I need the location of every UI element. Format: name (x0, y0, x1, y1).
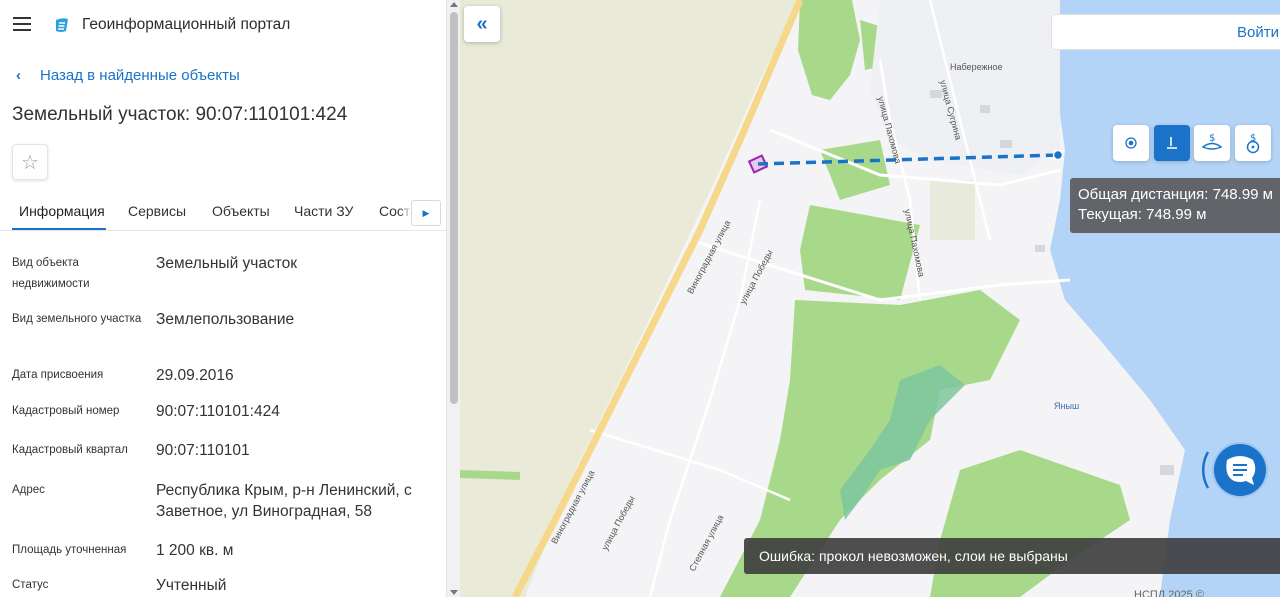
collapse-panel-button[interactable]: « (464, 6, 500, 42)
circle-area-measure-icon: $ (1246, 133, 1260, 154)
login-button[interactable]: Войти (1051, 14, 1280, 50)
back-link-label: Назад в найденные объекты (40, 67, 240, 84)
tab-services[interactable]: Сервисы (128, 203, 186, 219)
measure-total: Общая дистанция: 748.99 м (1078, 186, 1273, 203)
app-title: Геоинформационный портал (82, 16, 291, 33)
tab-information[interactable]: Информация (19, 203, 105, 219)
point-measure-button[interactable] (1113, 125, 1149, 161)
measure-current: Текущая: 748.99 м (1078, 206, 1207, 223)
map-canvas[interactable]: Набережное Яныш Виноградная улица Виногр… (460, 0, 1280, 597)
map-label-naberezhnoe: Набережное (950, 62, 1003, 72)
tabs-scroll-right-button[interactable]: ▶ (411, 200, 441, 226)
forest (798, 0, 860, 100)
measurement-tooltip: Общая дистанция: 748.99 м Текущая: 748.9… (1070, 178, 1280, 233)
building (1000, 140, 1012, 148)
info-value: Землепользование (156, 311, 295, 328)
building (980, 105, 990, 113)
double-chevron-left-icon: « (476, 12, 488, 35)
point-measure-icon (1125, 137, 1137, 149)
info-value: Учтенный (156, 577, 227, 594)
minor-road (589, 428, 791, 502)
chat-button[interactable] (1200, 438, 1280, 502)
distance-measure-icon (1167, 137, 1177, 149)
tab-parts[interactable]: Части ЗУ (294, 203, 353, 219)
area-measure-button[interactable]: $ (1194, 125, 1230, 161)
object-info-panel: Геоинформационный портал ‹ Назад в найден… (0, 0, 446, 597)
info-value: 90:07:110101:424 (156, 403, 280, 420)
forest (800, 205, 920, 300)
info-label: Площадь уточненная (12, 544, 127, 556)
favorite-button[interactable]: ☆ (12, 144, 48, 180)
distance-measure-button[interactable] (1154, 125, 1190, 161)
info-value: Земельный участок (156, 255, 298, 272)
map-label-yanysh: Яныш (1054, 401, 1080, 411)
back-to-results-link[interactable]: ‹ Назад в найденные объекты (16, 67, 240, 84)
building (930, 180, 975, 240)
chevron-left-icon: ‹ (16, 67, 21, 84)
circle-area-measure-button[interactable]: $ (1235, 125, 1271, 161)
tab-objects[interactable]: Объекты (212, 203, 270, 219)
map-copyright: НСПД 2025 © (1134, 589, 1204, 597)
active-tab-indicator (12, 228, 106, 230)
info-label: Вид объекта недвижимости (12, 257, 90, 290)
info-value: 1 200 кв. м (156, 542, 234, 559)
building (1160, 465, 1174, 475)
map-layer (460, 0, 1280, 597)
forest (930, 450, 1130, 597)
area-measure-icon: $ (1201, 133, 1223, 150)
info-label: Вид земельного участка (12, 313, 142, 325)
hamburger-menu-icon[interactable] (13, 17, 31, 31)
info-label: Кадастровый квартал (12, 444, 128, 456)
info-value: 29.09.2016 (156, 367, 234, 384)
object-title: Земельный участок: 90:07:110101:424 (12, 104, 348, 125)
info-label: Статус (12, 579, 49, 591)
scrollbar-thumb[interactable] (450, 12, 458, 404)
star-outline-icon: ☆ (21, 151, 39, 174)
svg-text:$: $ (1209, 133, 1215, 144)
info-label: Дата присвоения (12, 369, 104, 381)
portal-logo-icon (56, 18, 68, 32)
info-value: 90:07:110101 (156, 442, 250, 459)
chat-bubble-icon (1201, 442, 1268, 498)
info-tabs: Информация Сервисы Объекты Части ЗУ Сост… (0, 196, 446, 231)
top-bar: Геоинформационный портал (0, 0, 446, 50)
panel-scrollbar[interactable] (446, 0, 460, 597)
caret-right-icon: ▶ (422, 207, 430, 218)
info-label: Кадастровый номер (12, 405, 120, 417)
scroll-down-arrow-icon[interactable] (450, 590, 458, 595)
building (1035, 245, 1045, 252)
info-value: Республика Крым, р-н Ленинский, с Заветн… (156, 482, 412, 520)
forest (820, 140, 890, 200)
measure-endpoint[interactable] (1052, 149, 1064, 161)
info-label: Адрес (12, 484, 45, 496)
scroll-up-arrow-icon[interactable] (450, 2, 458, 7)
error-toast: Ошибка: прокол невозможен, слои не выбра… (744, 538, 1280, 574)
